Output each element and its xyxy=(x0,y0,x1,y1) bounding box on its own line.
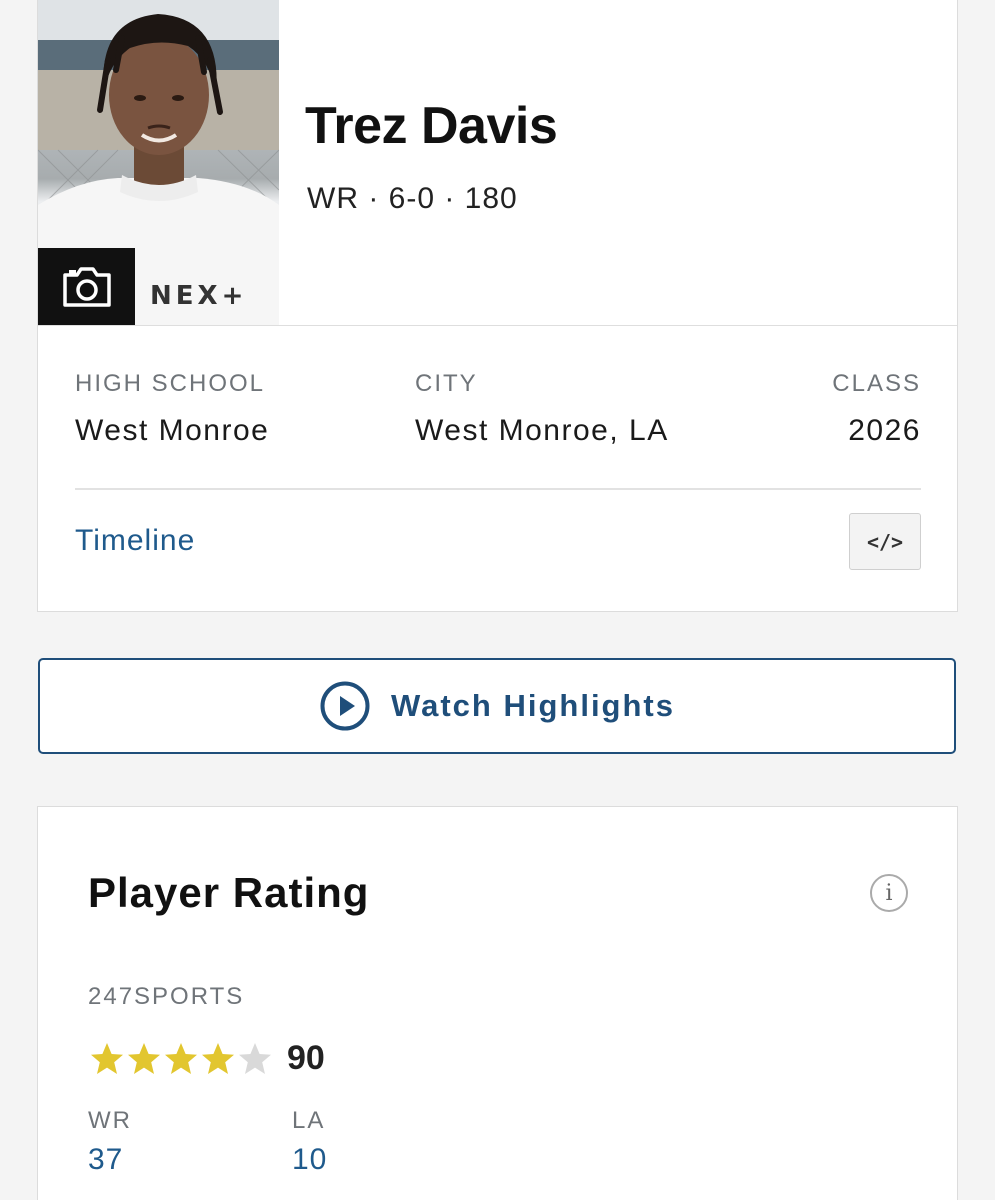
player-position-size: WR · 6-0 · 180 xyxy=(307,182,518,215)
state-rank-value[interactable]: 10 xyxy=(292,1143,327,1177)
city-field: CITY West Monroe, LA xyxy=(415,370,669,448)
embed-code-button[interactable]: </> xyxy=(849,513,921,570)
player-photo[interactable]: NEX+ xyxy=(38,0,279,325)
photo-watermark-logo: NEX+ xyxy=(150,281,248,311)
rating-source-label: 247SPORTS xyxy=(88,983,245,1010)
player-info-row: HIGH SCHOOL West Monroe CITY West Monroe… xyxy=(75,370,921,450)
player-name: Trez Davis xyxy=(305,97,558,155)
high-school-label: HIGH SCHOOL xyxy=(75,370,266,397)
code-embed-icon: </> xyxy=(866,529,904,554)
position-rank-value[interactable]: 37 xyxy=(88,1143,132,1177)
rating-score: 90 xyxy=(287,1039,325,1077)
player-profile-card: NEX+ Trez Davis WR · 6-0 · 180 HIGH SCHO… xyxy=(37,0,958,612)
player-rating-title: Player Rating xyxy=(88,869,370,916)
star-filled-icon xyxy=(202,1042,234,1074)
star-filled-icon xyxy=(128,1042,160,1074)
class-value: 2026 xyxy=(848,414,921,447)
star-rating-row: 90 xyxy=(88,1039,325,1078)
state-rank-label: LA xyxy=(292,1107,326,1134)
camera-button[interactable] xyxy=(38,248,135,325)
high-school-value: West Monroe xyxy=(75,414,270,447)
player-rating-card: Player Rating i 247SPORTS 90 WR 37 LA 10 xyxy=(37,806,958,1200)
watch-highlights-label: Watch Highlights xyxy=(391,688,675,723)
state-rank[interactable]: LA 10 xyxy=(292,1107,327,1177)
star-empty-icon xyxy=(239,1042,271,1074)
high-school-field: HIGH SCHOOL West Monroe xyxy=(75,370,269,448)
position-rank[interactable]: WR 37 xyxy=(88,1107,132,1177)
city-label: CITY xyxy=(415,370,478,397)
class-label: CLASS xyxy=(832,370,921,397)
timeline-link[interactable]: Timeline xyxy=(75,524,195,558)
play-circle-icon xyxy=(319,680,371,732)
camera-icon xyxy=(62,266,111,307)
star-filled-icon xyxy=(165,1042,197,1074)
profile-header: NEX+ Trez Davis WR · 6-0 · 180 xyxy=(38,0,957,326)
star-rating xyxy=(88,1041,273,1077)
class-field: CLASS 2026 xyxy=(832,370,921,448)
info-icon[interactable]: i xyxy=(870,874,908,912)
divider xyxy=(75,488,921,490)
city-value: West Monroe, LA xyxy=(415,414,669,447)
position-rank-label: WR xyxy=(88,1107,132,1134)
watch-highlights-button[interactable]: Watch Highlights xyxy=(38,658,956,754)
star-filled-icon xyxy=(91,1042,123,1074)
